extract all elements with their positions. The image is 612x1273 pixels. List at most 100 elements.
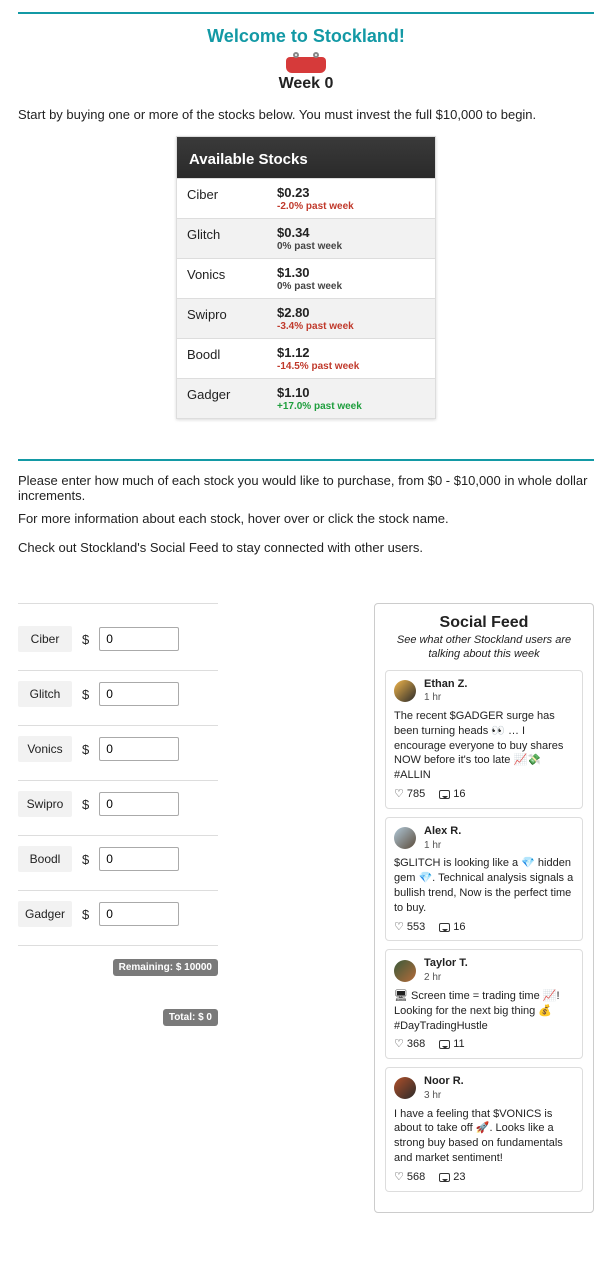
- input-stock-label[interactable]: Swipro: [18, 791, 72, 817]
- input-stock-label[interactable]: Boodl: [18, 846, 72, 872]
- calendar-icon: [286, 57, 326, 73]
- social-feed-panel: Social Feed See what other Stockland use…: [374, 603, 594, 1213]
- avatar: [394, 1077, 416, 1099]
- stock-price: $0.34: [277, 225, 342, 240]
- stock-price: $1.30: [277, 265, 342, 280]
- stock-row: Swipro$2.80-3.4% past week: [177, 298, 435, 338]
- comment-icon: [439, 1040, 450, 1049]
- stock-row: Glitch$0.340% past week: [177, 218, 435, 258]
- avatar: [394, 827, 416, 849]
- heart-icon: ♡: [394, 1039, 404, 1050]
- stock-name[interactable]: Boodl: [187, 345, 277, 362]
- currency-symbol: $: [82, 852, 89, 867]
- input-stock-label[interactable]: Ciber: [18, 626, 72, 652]
- amount-input[interactable]: [99, 902, 179, 926]
- stock-delta: -14.5% past week: [277, 361, 359, 372]
- instructions-line3: Check out Stockland's Social Feed to sta…: [18, 540, 594, 555]
- post-time: 3 hr: [424, 1089, 464, 1103]
- stock-delta: 0% past week: [277, 241, 342, 252]
- available-stocks-panel: Available Stocks Ciber$0.23-2.0% past we…: [176, 136, 436, 419]
- input-row: Vonics $: [18, 726, 218, 781]
- stock-meta: $1.300% past week: [277, 265, 342, 292]
- instructions-line1: Please enter how much of each stock you …: [18, 473, 594, 503]
- comment-count[interactable]: 11: [439, 1037, 464, 1052]
- stock-row: Boodl$1.12-14.5% past week: [177, 338, 435, 378]
- divider-mid: [18, 459, 594, 461]
- input-row: Gadger $: [18, 891, 218, 946]
- comment-count[interactable]: 23: [439, 1170, 465, 1185]
- instructions-line2: For more information about each stock, h…: [18, 511, 594, 526]
- stock-price: $1.10: [277, 385, 362, 400]
- input-divider: [18, 603, 218, 604]
- stock-delta: -2.0% past week: [277, 201, 354, 212]
- amount-input[interactable]: [99, 792, 179, 816]
- input-row: Boodl $: [18, 836, 218, 891]
- post-author: Noor R.: [424, 1074, 464, 1089]
- remaining-value: $ 10000: [176, 962, 212, 973]
- currency-symbol: $: [82, 797, 89, 812]
- feed-post: Noor R.3 hr I have a feeling that $VONICS…: [385, 1067, 583, 1192]
- input-stock-label[interactable]: Glitch: [18, 681, 72, 707]
- stock-price: $2.80: [277, 305, 354, 320]
- like-count[interactable]: ♡ 553: [394, 920, 425, 935]
- like-count[interactable]: ♡ 568: [394, 1170, 425, 1185]
- input-row: Swipro $: [18, 781, 218, 836]
- stock-row: Ciber$0.23-2.0% past week: [177, 178, 435, 218]
- currency-symbol: $: [82, 907, 89, 922]
- post-body: I have a feeling that $VONICS is about t…: [394, 1107, 574, 1166]
- post-body: 🖥 Screen time = trading time 📈! Looking …: [394, 989, 574, 1034]
- total-value: $ 0: [198, 1012, 212, 1023]
- input-row: Glitch $: [18, 671, 218, 726]
- remaining-badge: Remaining: $ 10000: [113, 959, 218, 976]
- feed-title: Social Feed: [385, 614, 583, 632]
- heart-icon: ♡: [394, 1172, 404, 1183]
- currency-symbol: $: [82, 742, 89, 757]
- stock-meta: $0.340% past week: [277, 225, 342, 252]
- stock-delta: 0% past week: [277, 281, 342, 292]
- stock-delta: -3.4% past week: [277, 321, 354, 332]
- stock-price: $0.23: [277, 185, 354, 200]
- divider-top: [18, 12, 594, 14]
- like-count[interactable]: ♡ 785: [394, 787, 425, 802]
- comment-icon: [439, 790, 450, 799]
- stock-name[interactable]: Ciber: [187, 185, 277, 202]
- page-title: Welcome to Stockland!: [18, 26, 594, 47]
- post-time: 2 hr: [424, 971, 468, 985]
- currency-symbol: $: [82, 632, 89, 647]
- week-label: Week 0: [18, 75, 594, 93]
- input-stock-label[interactable]: Vonics: [18, 736, 72, 762]
- currency-symbol: $: [82, 687, 89, 702]
- comment-count[interactable]: 16: [439, 787, 465, 802]
- heart-icon: ♡: [394, 922, 404, 933]
- remaining-label: Remaining:: [119, 962, 173, 973]
- intro-text: Start by buying one or more of the stock…: [18, 107, 594, 122]
- stock-name[interactable]: Vonics: [187, 265, 277, 282]
- available-stocks-heading: Available Stocks: [177, 137, 435, 178]
- post-author: Alex R.: [424, 824, 461, 839]
- amount-input[interactable]: [99, 627, 179, 651]
- stock-price: $1.12: [277, 345, 359, 360]
- input-stock-label[interactable]: Gadger: [18, 901, 72, 927]
- post-body: $GLITCH is looking like a 💎 hidden gem 💎…: [394, 856, 574, 915]
- post-time: 1 hr: [424, 839, 461, 853]
- feed-post: Taylor T.2 hr 🖥 Screen time = trading tim…: [385, 949, 583, 1059]
- stock-name[interactable]: Gadger: [187, 385, 277, 402]
- feed-post: Ethan Z.1 hrThe recent $GADGER surge has…: [385, 670, 583, 809]
- post-time: 1 hr: [424, 691, 467, 705]
- amount-input[interactable]: [99, 847, 179, 871]
- input-row: Ciber $: [18, 616, 218, 671]
- total-badge: Total: $ 0: [163, 1009, 218, 1026]
- avatar: [394, 680, 416, 702]
- avatar: [394, 960, 416, 982]
- like-count[interactable]: ♡ 368: [394, 1037, 425, 1052]
- stock-meta: $1.12-14.5% past week: [277, 345, 359, 372]
- comment-count[interactable]: 16: [439, 920, 465, 935]
- stock-row: Gadger$1.10+17.0% past week: [177, 378, 435, 418]
- post-author: Taylor T.: [424, 956, 468, 971]
- stock-meta: $2.80-3.4% past week: [277, 305, 354, 332]
- amount-input[interactable]: [99, 682, 179, 706]
- stock-name[interactable]: Swipro: [187, 305, 277, 322]
- stock-name[interactable]: Glitch: [187, 225, 277, 242]
- amount-input[interactable]: [99, 737, 179, 761]
- feed-subtitle: See what other Stockland users are talki…: [385, 634, 583, 662]
